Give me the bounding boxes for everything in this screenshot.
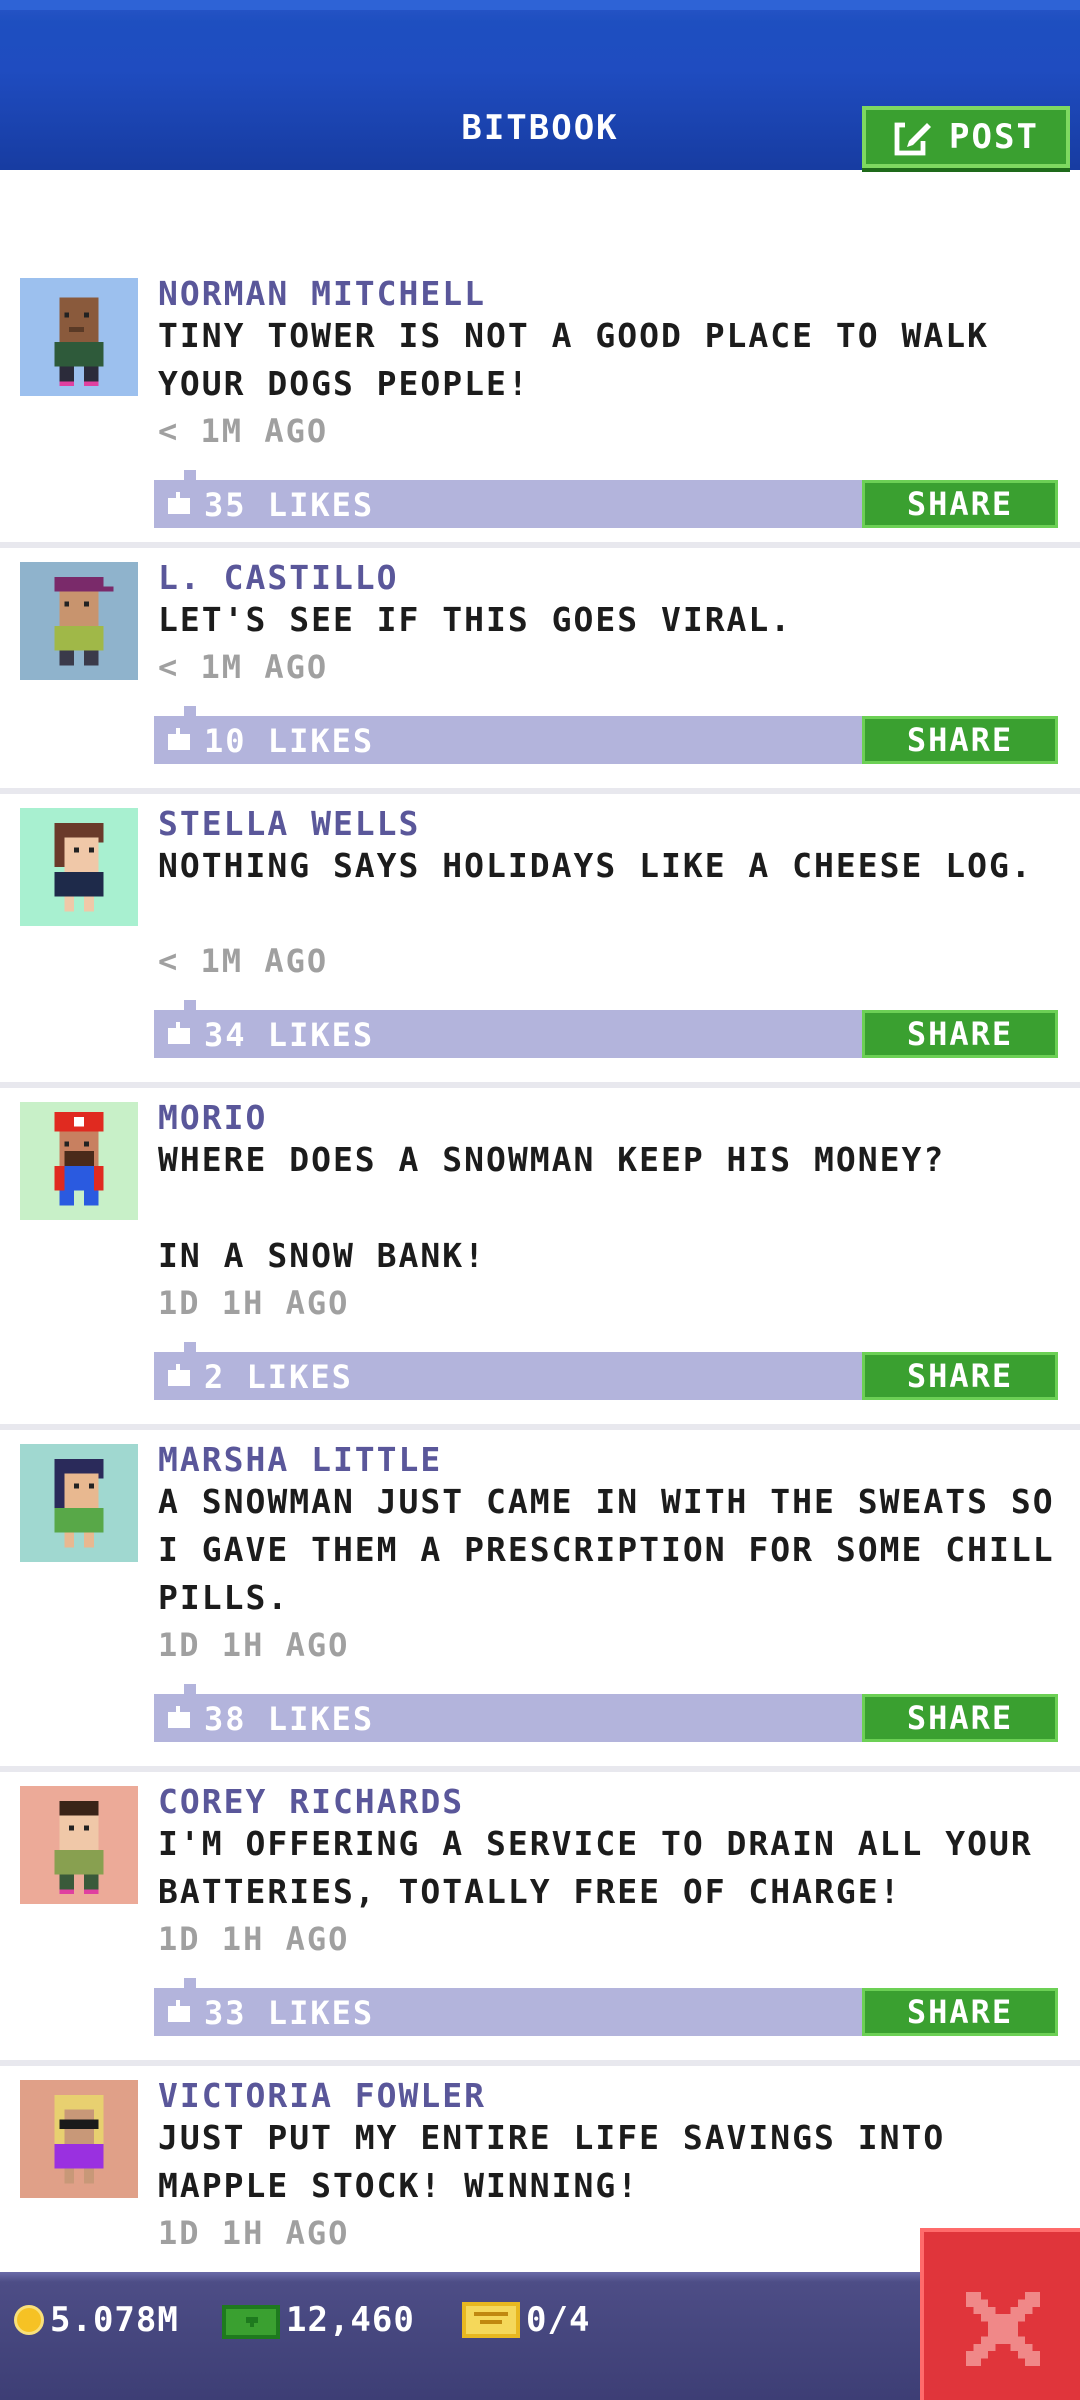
likes-count: 2 LIKES — [204, 1358, 353, 1396]
bottom-status-bar: 5.078M 12,460 0/4 — [0, 2272, 1080, 2400]
ticket-icon — [462, 2302, 520, 2338]
avatar-woman-icon — [54, 822, 104, 912]
post-author[interactable]: STELLA WELLS — [158, 804, 420, 843]
likes-bar: 35 LIKES SHARE — [154, 470, 1058, 528]
likes-bar: 34 LIKES SHARE — [154, 1000, 1058, 1058]
close-icon — [966, 2292, 1040, 2366]
thumbs-up-icon — [168, 492, 190, 514]
post-button-label: POST — [949, 117, 1039, 157]
post-text: JUST PUT MY ENTIRE LIFE SAVINGS INTO MAP… — [158, 2118, 968, 2205]
bux-stat: 12,460 — [222, 2300, 415, 2340]
post-time: 1D 1H AGO — [158, 2214, 350, 2252]
compose-icon — [894, 121, 932, 156]
likes-count: 33 LIKES — [204, 1994, 375, 2032]
likes-bar: 33 LIKES SHARE — [154, 1978, 1058, 2036]
avatar-plumber-icon — [54, 1111, 104, 1206]
post-button[interactable]: POST — [862, 106, 1070, 168]
likes-bar: 2 LIKES SHARE — [154, 1342, 1058, 1400]
post-author[interactable]: COREY RICHARDS — [158, 1782, 464, 1821]
coin-icon — [14, 2305, 44, 2335]
post-text: WHERE DOES A SNOWMAN KEEP HIS MONEY? IN … — [158, 1140, 946, 1275]
share-button[interactable]: SHARE — [862, 716, 1058, 764]
post-author[interactable]: L. CASTILLO — [158, 558, 399, 597]
share-button[interactable]: SHARE — [862, 1010, 1058, 1058]
app-header: BITBOOK POST — [0, 0, 1080, 170]
post-text: A SNOWMAN JUST CAME IN WITH THE SWEATS S… — [158, 1482, 1077, 1617]
tickets-value: 0/4 — [526, 2300, 591, 2340]
post-text: TINY TOWER IS NOT A GOOD PLACE TO WALK Y… — [158, 316, 1011, 403]
post-time: < 1M AGO — [158, 648, 329, 686]
feed-post: COREY RICHARDS I'M OFFERING A SERVICE TO… — [0, 1772, 1080, 2066]
post-text: I'M OFFERING A SERVICE TO DRAIN ALL YOUR… — [158, 1824, 1055, 1911]
avatar-cap-man-icon — [54, 576, 114, 666]
likes-count: 10 LIKES — [204, 722, 375, 760]
likes-bar: 38 LIKES SHARE — [154, 1684, 1058, 1742]
likes-count: 38 LIKES — [204, 1700, 375, 1738]
bux-value: 12,460 — [286, 2300, 415, 2340]
thumbs-up-icon — [168, 1364, 190, 1386]
post-time: < 1M AGO — [158, 942, 329, 980]
avatar[interactable] — [20, 278, 138, 396]
post-time: 1D 1H AGO — [158, 1920, 350, 1958]
feed-post: MARSHA LITTLE A SNOWMAN JUST CAME IN WIT… — [0, 1430, 1080, 1772]
thumbs-up-icon — [168, 1706, 190, 1728]
avatar-sunglasses-woman-icon — [54, 2094, 104, 2184]
share-button[interactable]: SHARE — [862, 1988, 1058, 2036]
post-text: LET'S SEE IF THIS GOES VIRAL. — [158, 600, 793, 639]
feed-post: L. CASTILLO LET'S SEE IF THIS GOES VIRAL… — [0, 548, 1080, 794]
coins-value: 5.078M — [50, 2300, 179, 2340]
post-author[interactable]: MORIO — [158, 1098, 267, 1137]
close-button[interactable] — [920, 2228, 1080, 2400]
thumbs-up-icon — [168, 1022, 190, 1044]
coins-stat: 5.078M — [14, 2300, 179, 2340]
likes-count: 34 LIKES — [204, 1016, 375, 1054]
share-button[interactable]: SHARE — [862, 1352, 1058, 1400]
avatar[interactable] — [20, 1786, 138, 1904]
post-text: NOTHING SAYS HOLIDAYS LIKE A CHEESE LOG. — [158, 846, 1033, 885]
share-button[interactable]: SHARE — [862, 1694, 1058, 1742]
post-author[interactable]: VICTORIA FOWLER — [158, 2076, 486, 2115]
thumbs-up-icon — [168, 728, 190, 750]
feed-post: NORMAN MITCHELL TINY TOWER IS NOT A GOOD… — [0, 264, 1080, 548]
avatar-dark-hair-woman-icon — [54, 1458, 104, 1548]
likes-count: 35 LIKES — [204, 486, 375, 524]
post-time: 1D 1H AGO — [158, 1626, 350, 1664]
avatar-bald-man-icon — [54, 297, 104, 387]
feed-post: MORIO WHERE DOES A SNOWMAN KEEP HIS MONE… — [0, 1088, 1080, 1430]
feed-post: VICTORIA FOWLER JUST PUT MY ENTIRE LIFE … — [0, 2066, 1080, 2306]
thumbs-up-icon — [168, 2000, 190, 2022]
tickets-stat: 0/4 — [462, 2300, 590, 2340]
avatar[interactable] — [20, 1102, 138, 1220]
avatar[interactable] — [20, 562, 138, 680]
share-button[interactable]: SHARE — [862, 480, 1058, 528]
avatar[interactable] — [20, 1444, 138, 1562]
avatar[interactable] — [20, 808, 138, 926]
post-time: 1D 1H AGO — [158, 1284, 350, 1322]
avatar[interactable] — [20, 2080, 138, 2198]
post-time: < 1M AGO — [158, 412, 329, 450]
post-author[interactable]: NORMAN MITCHELL — [158, 274, 486, 313]
cash-icon — [222, 2305, 280, 2339]
avatar-man-icon — [54, 1800, 104, 1895]
feed-list: NORMAN MITCHELL TINY TOWER IS NOT A GOOD… — [0, 264, 1080, 2306]
likes-bar: 10 LIKES SHARE — [154, 706, 1058, 764]
feed-post: STELLA WELLS NOTHING SAYS HOLIDAYS LIKE … — [0, 794, 1080, 1088]
post-author[interactable]: MARSHA LITTLE — [158, 1440, 442, 1479]
